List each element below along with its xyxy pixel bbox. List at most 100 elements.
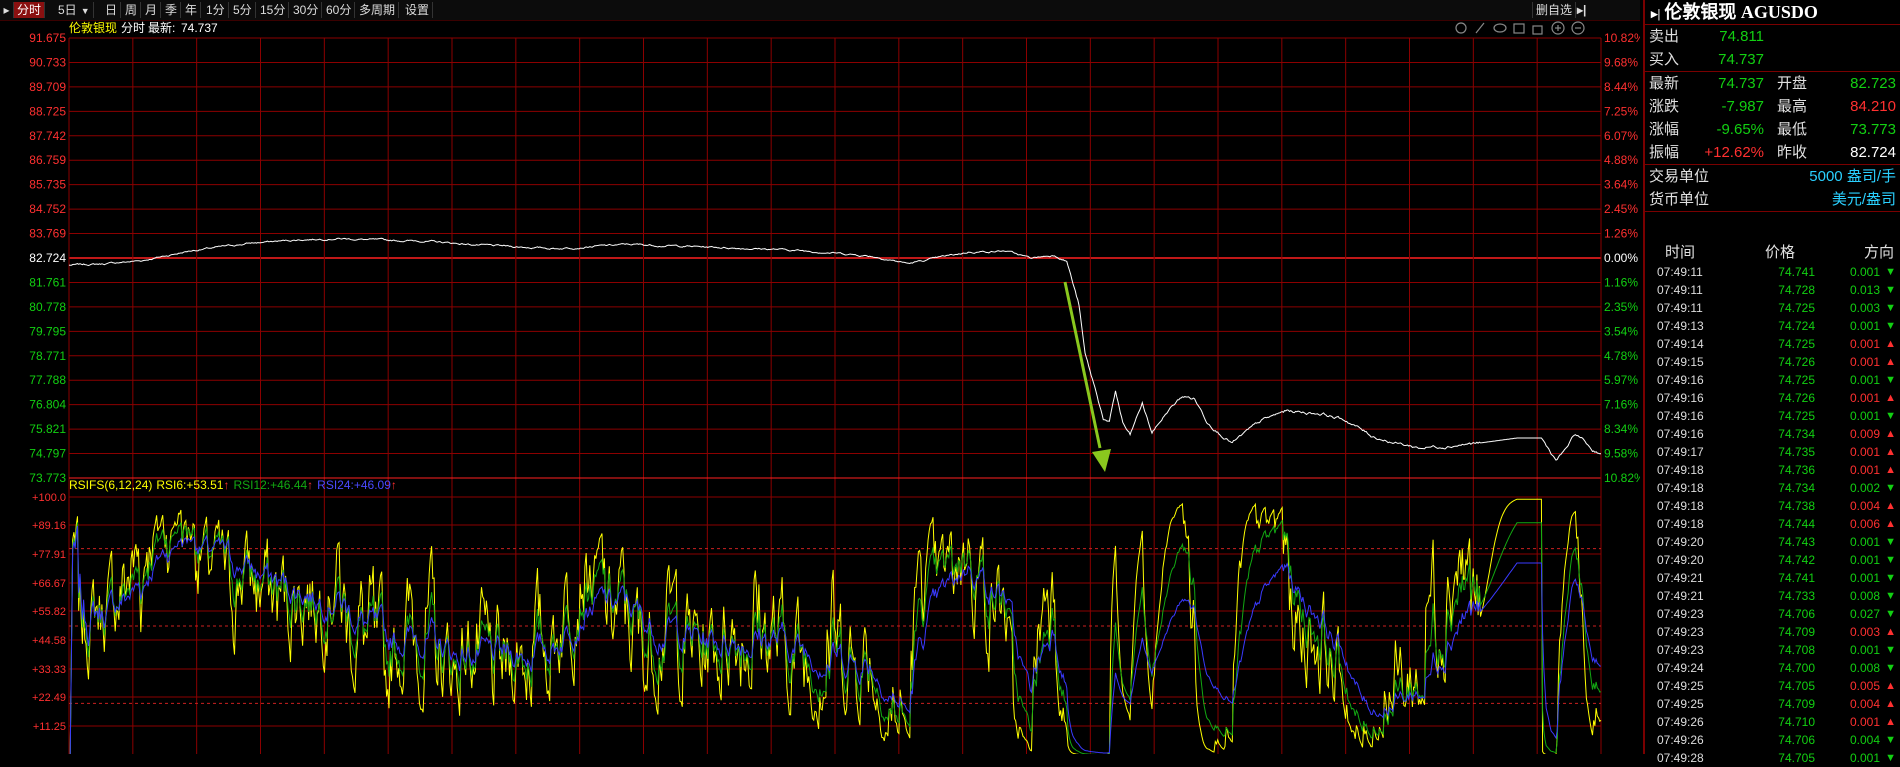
price-tick-label: 90.733 — [29, 55, 66, 69]
arrow-down-icon: ▼ — [1885, 752, 1896, 764]
tab-intraday[interactable]: 分时 — [14, 2, 46, 18]
tab-15min[interactable]: 15分 — [257, 2, 290, 18]
high-label: 最高 — [1777, 98, 1808, 115]
tab-5day[interactable]: 5日 ▼ — [55, 2, 94, 18]
trade-price: 74.736 — [1778, 463, 1815, 477]
tab-quarter[interactable]: 季 — [162, 2, 182, 18]
tab-multi-period[interactable]: 多周期 — [356, 2, 400, 18]
tab-5min[interactable]: 5分 — [230, 2, 256, 18]
arrow-down-icon: ▼ — [1885, 374, 1896, 386]
arrow-up-icon: ▲ — [1885, 716, 1896, 728]
trade-time: 07:49:23 — [1657, 625, 1704, 639]
price-tick-label: 79.795 — [29, 324, 66, 338]
trade-volume: 0.001 — [1849, 373, 1880, 387]
panel-toggle-icon[interactable]: ▸| — [1574, 2, 1589, 18]
trade-time: 07:49:18 — [1657, 499, 1704, 513]
latest-value: 74.737 — [1718, 75, 1764, 92]
trade-volume: 0.001 — [1849, 751, 1880, 765]
trade-price: 74.741 — [1778, 265, 1815, 279]
arrow-up-icon: ▲ — [1885, 356, 1896, 368]
percent-tick-label: 1.26% — [1604, 227, 1638, 241]
trade-row: 07:49:23 74.708 0.001 ▼ — [1645, 641, 1900, 659]
rsi-tick-label: +89.16 — [32, 520, 66, 532]
trade-time: 07:49:16 — [1657, 409, 1704, 423]
tab-1min[interactable]: 1分 — [203, 2, 229, 18]
percent-tick-label: 4.78% — [1604, 349, 1638, 363]
trade-row: 07:49:21 74.733 0.008 ▼ — [1645, 587, 1900, 605]
buy-row: 买入 74.737 — [1645, 48, 1900, 72]
trade-row: 07:49:25 74.705 0.005 ▲ — [1645, 677, 1900, 695]
settings-icon[interactable] — [1455, 22, 1467, 34]
percent-tick-label: 9.58% — [1604, 447, 1638, 461]
trade-volume: 0.001 — [1849, 355, 1880, 369]
low-label: 最低 — [1777, 121, 1808, 138]
trade-row: 07:49:17 74.735 0.001 ▲ — [1645, 443, 1900, 461]
period-toolbar: ▸ 分时 5日 ▼ 日 周 月 季 年 1分 5分 15分 30分 60分 多周期… — [0, 0, 1640, 21]
tab-60min[interactable]: 60分 — [323, 2, 356, 18]
tab-settings[interactable]: 设置 — [402, 2, 434, 18]
open-value: 82.723 — [1850, 75, 1896, 92]
rsi12-label: RSI12: — [233, 478, 270, 492]
panel-icon[interactable]: ▸| — [1651, 6, 1660, 21]
arrow-up-icon: ▲ — [1885, 680, 1896, 692]
trade-row: 07:49:26 74.706 0.004 ▼ — [1645, 731, 1900, 749]
intraday-chart[interactable]: 91.675 90.733 89.709 88.725 87.742 86.759 85.7… — [0, 20, 1645, 767]
percent-tick-label: 9.68% — [1604, 55, 1638, 69]
col-price: 价格 — [1765, 244, 1796, 261]
trade-row: 07:49:14 74.725 0.001 ▲ — [1645, 335, 1900, 353]
trade-price: 74.743 — [1778, 535, 1815, 549]
chart-info-name: 伦敦银现 — [69, 20, 117, 35]
low-value: 73.773 — [1850, 121, 1896, 138]
chart-grid — [68, 37, 1602, 756]
rsi6-value: +53.51 — [186, 478, 223, 492]
tab-5day-label: 5日 — [58, 3, 77, 17]
percent-tick-label: 4.88% — [1604, 153, 1638, 167]
trade-price: 74.706 — [1778, 607, 1815, 621]
pct-row: 涨幅 -9.65% 最低 73.773 — [1645, 118, 1900, 141]
tab-day[interactable]: 日 — [102, 2, 122, 18]
eye-icon[interactable] — [1493, 23, 1507, 33]
tab-month[interactable]: 月 — [142, 2, 162, 18]
trade-time: 07:49:15 — [1657, 355, 1704, 369]
trade-price: 74.738 — [1778, 499, 1815, 513]
trade-row: 07:49:13 74.724 0.001 ▼ — [1645, 317, 1900, 335]
rsi-tick-label: +77.91 — [32, 549, 66, 561]
arrow-down-icon: ▼ — [1885, 572, 1896, 584]
pen-icon[interactable] — [1475, 22, 1485, 34]
trade-volume: 0.008 — [1849, 589, 1880, 603]
chart-info-latest-value: 74.737 — [181, 21, 218, 35]
price-tick-label: 85.735 — [29, 178, 66, 192]
lock-icon[interactable] — [1532, 25, 1543, 35]
buy-label: 买入 — [1649, 51, 1680, 68]
buy-value: 74.737 — [1718, 51, 1764, 68]
layout-icon[interactable] — [1513, 23, 1525, 34]
trade-volume: 0.001 — [1849, 391, 1880, 405]
percent-tick-label: 7.16% — [1604, 398, 1638, 412]
trade-price: 74.710 — [1778, 715, 1815, 729]
rsi-tick-label: +100.0 — [32, 492, 66, 504]
trade-time: 07:49:13 — [1657, 319, 1704, 333]
trade-time: 07:49:16 — [1657, 373, 1704, 387]
arrow-down-icon: ▼ — [1885, 320, 1896, 332]
amp-row: 振幅 +12.62% 昨收 82.724 — [1645, 141, 1900, 165]
price-tick-label: 78.771 — [29, 349, 66, 363]
menu-icon[interactable]: ▸ — [0, 2, 14, 18]
tab-30min[interactable]: 30分 — [290, 2, 323, 18]
arrow-down-icon: ▼ — [1885, 536, 1896, 548]
tab-week[interactable]: 周 — [122, 2, 142, 18]
trade-price: 74.733 — [1778, 589, 1815, 603]
sell-row: 卖出 74.811 — [1645, 25, 1900, 48]
trade-row: 07:49:20 74.742 0.001 ▼ — [1645, 551, 1900, 569]
trade-row: 07:49:28 74.705 0.001 ▼ — [1645, 749, 1900, 767]
trade-price: 74.724 — [1778, 319, 1815, 333]
rsi12-up-arrow: ↑ — [307, 478, 313, 492]
tab-year[interactable]: 年 — [182, 2, 202, 18]
percent-tick-label: 0.00% — [1604, 251, 1638, 265]
arrow-down-icon: ▼ — [1885, 590, 1896, 602]
trade-volume: 0.004 — [1849, 499, 1880, 513]
arrow-up-icon: ▲ — [1885, 698, 1896, 710]
change-row: 涨跌 -7.987 最高 84.210 — [1645, 95, 1900, 118]
delete-watchlist-button[interactable]: 删自选 — [1532, 2, 1577, 18]
trade-volume: 0.004 — [1849, 697, 1880, 711]
arrow-down-icon: ▼ — [1885, 302, 1896, 314]
